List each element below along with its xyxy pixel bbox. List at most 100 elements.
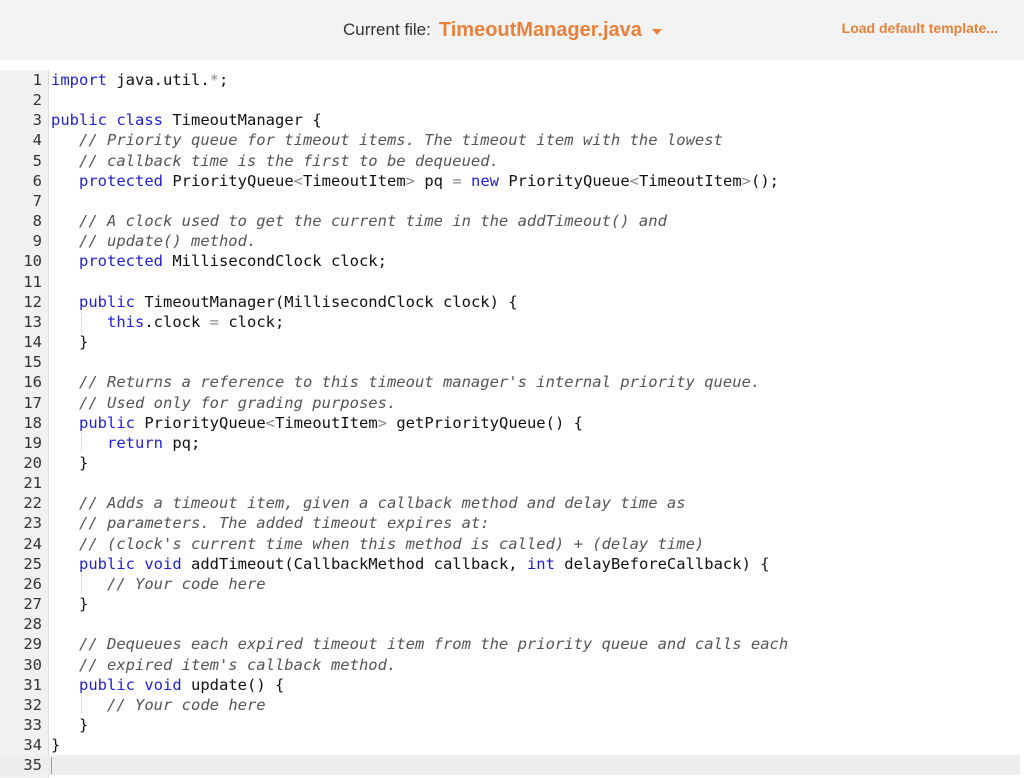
code-line[interactable]: 32 // Your code here bbox=[0, 695, 1020, 715]
comment-token: // Your code here bbox=[107, 574, 266, 593]
load-default-template-link[interactable]: Load default template... bbox=[842, 20, 998, 36]
code-text[interactable]: public TimeoutManager(MillisecondClock c… bbox=[79, 292, 518, 312]
code-text[interactable]: public PriorityQueue<TimeoutItem> getPri… bbox=[79, 413, 583, 433]
code-text[interactable]: return pq; bbox=[107, 433, 200, 453]
code-line[interactable]: 33} bbox=[0, 715, 1020, 735]
keyword-token: public bbox=[79, 554, 135, 573]
code-line[interactable]: 3 public class TimeoutManager { bbox=[0, 110, 1020, 130]
code-line[interactable]: 25 public void addTimeout(CallbackMethod … bbox=[0, 554, 1020, 574]
code-line[interactable]: 17 // Used only for grading purposes. bbox=[0, 393, 1020, 413]
keyword-token: this bbox=[107, 312, 145, 331]
code-text[interactable]: public void addTimeout(CallbackMethod ca… bbox=[79, 554, 770, 574]
code-line[interactable]: 6 protected PriorityQueue<TimeoutItem> pq… bbox=[0, 171, 1020, 191]
code-text[interactable]: // expired item's callback method. bbox=[79, 655, 396, 675]
code-line[interactable]: 10 protected MillisecondClock clock; bbox=[0, 251, 1020, 271]
code-text[interactable]: // parameters. The added timeout expires… bbox=[79, 513, 490, 533]
line-number: 1 bbox=[32, 71, 42, 89]
code-line[interactable]: 1 import java.util.*; bbox=[0, 70, 1020, 90]
code-text[interactable]: // update() method. bbox=[79, 231, 256, 251]
code-text[interactable]: // Returns a reference to this timeout m… bbox=[79, 372, 760, 392]
code-text[interactable]: // Dequeues each expired timeout item fr… bbox=[79, 634, 788, 654]
code-text[interactable]: public void update() { bbox=[79, 675, 284, 695]
caret-down-icon[interactable] bbox=[651, 28, 662, 35]
code-line[interactable]: 19 return pq; bbox=[0, 433, 1020, 453]
code-text[interactable]: // A clock used to get the current time … bbox=[79, 211, 667, 231]
operator-token: > bbox=[741, 171, 752, 190]
comment-token: // Used only for grading purposes. bbox=[79, 393, 397, 412]
code-text[interactable]: // Your code here bbox=[107, 574, 266, 594]
code-text[interactable]: } bbox=[79, 453, 88, 473]
code-text[interactable]: // Your code here bbox=[107, 695, 266, 715]
code-line[interactable]: 5 // callback time is the first to be deq… bbox=[0, 151, 1020, 171]
code-line[interactable]: 27} bbox=[0, 594, 1020, 614]
code-line[interactable]: 22 // Adds a timeout item, given a callba… bbox=[0, 493, 1020, 513]
line-number: 20 bbox=[23, 453, 42, 472]
code-line[interactable]: 9 // update() method. bbox=[0, 231, 1020, 251]
line-number: 13 bbox=[23, 312, 42, 331]
keyword-token: public bbox=[51, 111, 107, 130]
code-text[interactable] bbox=[51, 755, 52, 775]
code-text[interactable]: protected PriorityQueue<TimeoutItem> pq … bbox=[79, 171, 779, 191]
code-line[interactable]: 8 // A clock used to get the current time… bbox=[0, 211, 1020, 231]
code-text[interactable]: // callback time is the first to be dequ… bbox=[79, 151, 499, 171]
code-line[interactable]: 23 // parameters. The added timeout expir… bbox=[0, 513, 1020, 533]
code-editor[interactable]: 1 import java.util.*; 2 3 public class Timeo… bbox=[0, 70, 1020, 778]
indent-guide bbox=[81, 574, 82, 594]
code-text[interactable]: public class TimeoutManager { bbox=[51, 110, 322, 130]
line-number: 3 bbox=[32, 111, 42, 130]
code-line[interactable]: 28 bbox=[0, 614, 1020, 634]
code-line[interactable]: 14} bbox=[0, 332, 1020, 352]
operator-token: > bbox=[377, 413, 387, 432]
code-text[interactable]: } bbox=[79, 594, 88, 614]
code-text[interactable]: } bbox=[79, 332, 88, 352]
comment-token: // Returns a reference to this timeout m… bbox=[79, 373, 761, 392]
code-token: TimeoutItem bbox=[275, 413, 378, 432]
code-line[interactable]: 16 // Returns a reference to this timeout… bbox=[0, 372, 1020, 392]
code-line[interactable]: 2 bbox=[0, 90, 1020, 110]
code-line[interactable]: 7 bbox=[0, 191, 1020, 211]
file-selector[interactable]: Current file: TimeoutManager.java bbox=[343, 16, 662, 44]
line-number: 7 bbox=[32, 191, 42, 210]
current-file-name[interactable]: TimeoutManager.java bbox=[439, 19, 642, 42]
editor-toolbar: Current file: TimeoutManager.java Load d… bbox=[0, 0, 1024, 60]
code-line[interactable]: 29 // Dequeues each expired timeout item … bbox=[0, 634, 1020, 654]
code-line[interactable]: 31 public void update() { bbox=[0, 675, 1020, 695]
code-line[interactable]: 11 bbox=[0, 272, 1020, 292]
code-line[interactable]: 20} bbox=[0, 453, 1020, 473]
code-text[interactable]: // (clock's current time when this metho… bbox=[79, 534, 704, 554]
code-text[interactable]: // Priority queue for timeout items. The… bbox=[79, 130, 723, 150]
operator-token: < bbox=[629, 171, 640, 190]
code-text[interactable]: this.clock = clock; bbox=[107, 312, 284, 332]
code-text[interactable]: } bbox=[79, 715, 88, 735]
code-line[interactable]: 30 // expired item's callback method. bbox=[0, 655, 1020, 675]
code-line[interactable]: 35 bbox=[0, 755, 1020, 776]
code-line[interactable]: 24 // (clock's current time when this met… bbox=[0, 534, 1020, 554]
code-text[interactable]: // Used only for grading purposes. bbox=[79, 393, 396, 413]
code-line[interactable]: 34} bbox=[0, 735, 1020, 755]
code-line[interactable]: 15 bbox=[0, 352, 1020, 372]
line-number: 23 bbox=[23, 514, 42, 533]
code-line[interactable]: 13 this.clock = clock; bbox=[0, 312, 1020, 332]
line-number: 26 bbox=[23, 574, 42, 593]
text-cursor bbox=[51, 757, 52, 775]
code-text[interactable]: // Adds a timeout item, given a callback… bbox=[79, 493, 686, 513]
code-text[interactable]: protected MillisecondClock clock; bbox=[79, 251, 387, 271]
code-token: } bbox=[79, 333, 89, 352]
operator-token: < bbox=[293, 171, 303, 190]
code-text[interactable]: import java.util.*; bbox=[51, 70, 228, 90]
code-line[interactable]: 26 // Your code here bbox=[0, 574, 1020, 594]
code-line[interactable]: 4 // Priority queue for timeout items. Th… bbox=[0, 130, 1020, 150]
code-line[interactable]: 18 public PriorityQueue<TimeoutItem> getP… bbox=[0, 413, 1020, 433]
code-text[interactable]: } bbox=[51, 735, 60, 755]
comment-token: // expired item's callback method. bbox=[79, 655, 397, 674]
operator-token: * bbox=[209, 71, 219, 89]
code-line[interactable]: 21 bbox=[0, 473, 1020, 493]
code-area[interactable]: 1 import java.util.*; 2 3 public class Timeo… bbox=[0, 70, 1020, 776]
keyword-token: protected bbox=[79, 252, 163, 271]
code-token: } bbox=[51, 736, 61, 755]
code-token: TimeoutManager { bbox=[163, 111, 322, 130]
code-line[interactable]: 12 public TimeoutManager(MillisecondClock… bbox=[0, 292, 1020, 312]
line-number: 14 bbox=[23, 333, 42, 352]
line-number: 10 bbox=[23, 252, 42, 271]
